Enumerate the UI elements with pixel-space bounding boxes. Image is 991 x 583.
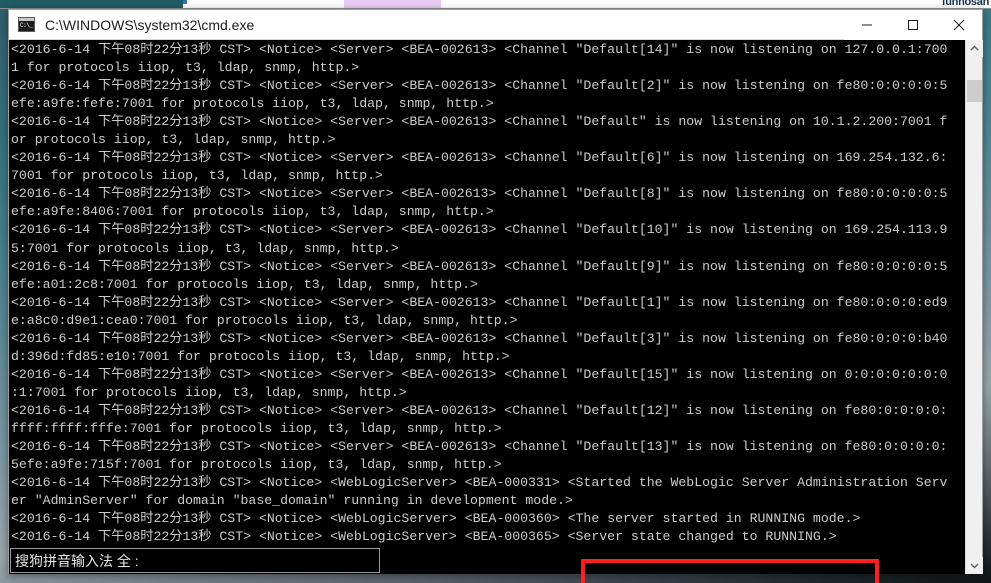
minimize-icon — [862, 24, 872, 25]
window-title: C:\WINDOWS\system32\cmd.exe — [45, 16, 255, 33]
background-partial-text: funnosan — [941, 0, 989, 6]
cmd-window[interactable]: C:\WINDOWS\system32\cmd.exe — [8, 9, 983, 583]
ime-status-text: 搜狗拼音输入法 全 : — [15, 552, 139, 569]
console-line-list: <2016-6-14 下午08时22分13秒 CST> <Notice> <Se… — [9, 40, 965, 546]
chevron-down-icon — [970, 563, 979, 569]
console-line: <2016-6-14 下午08时22分13秒 CST> <Notice> <Se… — [11, 186, 948, 202]
maximize-button[interactable] — [890, 9, 936, 40]
console-line: <2016-6-14 下午08时22分13秒 CST> <Notice> <Se… — [11, 366, 948, 382]
close-icon — [953, 19, 965, 30]
console-line: <2016-6-14 下午08时22分13秒 CST> <Notice> <We… — [11, 529, 837, 545]
console-line: <2016-6-14 下午08时22分13秒 CST> <Notice> <Se… — [11, 294, 948, 310]
console-line: <2016-6-14 下午08时22分13秒 CST> <Notice> <Se… — [11, 258, 948, 274]
console-line: :1:7001 for protocols iiop, t3, ldap, sn… — [11, 384, 407, 400]
cmd-icon — [18, 17, 35, 32]
console-line: <2016-6-14 下午08时22分13秒 CST> <Notice> <Se… — [11, 150, 948, 166]
console-line: <2016-6-14 下午08时22分13秒 CST> <Notice> <Se… — [11, 402, 948, 418]
console-line: <2016-6-14 下午08时22分13秒 CST> <Notice> <Se… — [11, 42, 948, 57]
console-line: 5:7001 for protocols iiop, t3, ldap, snm… — [11, 240, 399, 256]
console-line: <2016-6-14 下午08时22分13秒 CST> <Notice> <Se… — [11, 222, 948, 238]
desktop-background: funnosan C:\WINDOWS\system32\cmd.exe — [0, 0, 991, 583]
chevron-up-icon — [970, 45, 979, 51]
console-line: 1 for protocols iiop, t3, ldap, snmp, ht… — [11, 60, 360, 76]
console-line: er "AdminServer" for domain "base_domain… — [11, 493, 573, 509]
background-tab-teal[interactable] — [0, 0, 183, 8]
close-button[interactable] — [936, 9, 982, 40]
console-line: <2016-6-14 下午08时22分13秒 CST> <Notice> <We… — [11, 475, 948, 491]
console-line: ffff:ffff:fffe:7001 for protocols iiop, … — [11, 420, 502, 436]
scrollbar-track[interactable] — [966, 57, 982, 557]
scrollbar-up-button[interactable] — [966, 40, 983, 57]
console-line: efe:a01:2c8:7001 for protocols iiop, t3,… — [11, 276, 478, 292]
console-line: <2016-6-14 下午08时22分13秒 CST> <Notice> <Se… — [11, 439, 948, 455]
console-line: <2016-6-14 下午08时22分13秒 CST> <Notice> <Se… — [11, 114, 948, 130]
background-window-strip[interactable]: funnosan — [0, 0, 991, 9]
console-area[interactable]: <2016-6-14 下午08时22分13秒 CST> <Notice> <Se… — [9, 40, 983, 583]
scrollbar-thumb[interactable] — [967, 80, 982, 102]
console-line: <2016-6-14 下午08时22分13秒 CST> <Notice> <We… — [11, 511, 861, 527]
console-output[interactable]: <2016-6-14 下午08时22分13秒 CST> <Notice> <Se… — [9, 40, 965, 574]
console-line: d:396d:fd85:e10:7001 for protocols iiop,… — [11, 348, 510, 364]
minimize-button[interactable] — [844, 9, 890, 40]
console-line: <2016-6-14 下午08时22分13秒 CST> <Notice> <Se… — [11, 78, 948, 94]
console-line: <2016-6-14 下午08时22分13秒 CST> <Notice> <Se… — [11, 330, 948, 346]
console-line: efe:a9fe:8406:7001 for protocols iiop, t… — [11, 204, 494, 220]
background-tab-lavender[interactable] — [344, 0, 441, 8]
console-line: 5efe:a9fe:715f:7001 for protocols iiop, … — [11, 457, 502, 473]
console-scrollbar[interactable] — [965, 40, 983, 574]
console-line: 7001 for protocols iiop, t3, ldap, snmp,… — [11, 168, 383, 184]
console-line: e:a8c0:d9e1:cea0:7001 for protocols iiop… — [11, 312, 518, 328]
ime-status-bar[interactable]: 搜狗拼音输入法 全 : — [10, 548, 380, 573]
console-line: efe:a9fe:fefe:7001 for protocols iiop, t… — [11, 96, 494, 112]
scrollbar-down-button[interactable] — [966, 557, 983, 574]
window-controls[interactable] — [844, 9, 982, 40]
window-titlebar[interactable]: C:\WINDOWS\system32\cmd.exe — [9, 9, 982, 40]
maximize-icon — [908, 19, 918, 30]
console-line: or protocols iiop, t3, ldap, snmp, http.… — [11, 132, 336, 148]
